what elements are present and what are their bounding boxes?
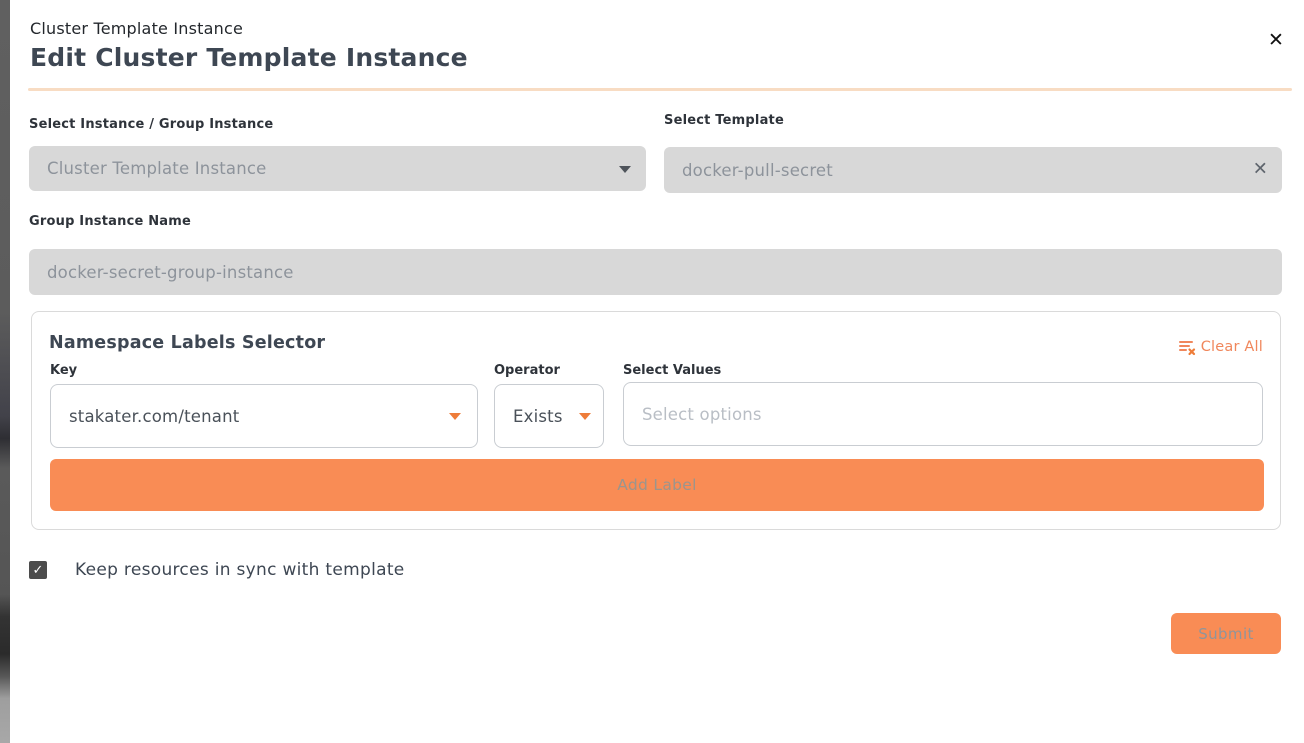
clear-all-label: Clear All	[1201, 339, 1263, 355]
chevron-down-icon	[619, 166, 631, 173]
namespace-labels-selector-card: Namespace Labels Selector Clear All Key …	[31, 311, 1281, 530]
instance-select-dropdown[interactable]: Cluster Template Instance	[29, 146, 646, 191]
dimmed-page-backdrop	[0, 0, 10, 743]
sync-checkbox[interactable]	[29, 561, 47, 579]
operator-dropdown[interactable]: Exists	[494, 384, 604, 448]
key-dropdown[interactable]: stakater.com/tenant	[50, 384, 478, 448]
clear-template-icon[interactable]: ✕	[1253, 159, 1268, 180]
template-select-label: Select Template	[664, 113, 784, 128]
template-select-value: docker-pull-secret	[682, 161, 833, 180]
instance-select-value: Cluster Template Instance	[47, 159, 267, 178]
clear-all-button[interactable]: Clear All	[1177, 337, 1263, 357]
namespace-selector-title: Namespace Labels Selector	[49, 333, 325, 353]
key-value: stakater.com/tenant	[69, 407, 239, 426]
header-divider	[28, 88, 1292, 91]
select-values-label: Select Values	[623, 363, 721, 378]
close-icon[interactable]: ✕	[1263, 27, 1289, 53]
add-label-button[interactable]: Add Label	[50, 459, 1264, 511]
modal-eyebrow: Cluster Template Instance	[30, 19, 243, 38]
instance-select-label: Select Instance / Group Instance	[29, 117, 273, 132]
clear-list-icon	[1177, 337, 1197, 357]
sync-checkbox-label: Keep resources in sync with template	[75, 560, 405, 580]
group-instance-name-label: Group Instance Name	[29, 214, 191, 229]
operator-label: Operator	[494, 363, 560, 378]
group-instance-name-input[interactable]: docker-secret-group-instance	[29, 249, 1282, 295]
edit-cluster-template-instance-modal: Cluster Template Instance Edit Cluster T…	[10, 0, 1304, 743]
page-title: Edit Cluster Template Instance	[30, 43, 468, 72]
key-label: Key	[50, 363, 77, 378]
select-values-input[interactable]	[623, 382, 1263, 446]
operator-value: Exists	[513, 407, 563, 426]
template-select-field[interactable]: docker-pull-secret ✕	[664, 147, 1282, 193]
group-instance-name-value: docker-secret-group-instance	[47, 263, 294, 282]
submit-button[interactable]: Submit	[1171, 613, 1281, 654]
chevron-down-icon	[579, 413, 591, 420]
chevron-down-icon	[449, 413, 461, 420]
